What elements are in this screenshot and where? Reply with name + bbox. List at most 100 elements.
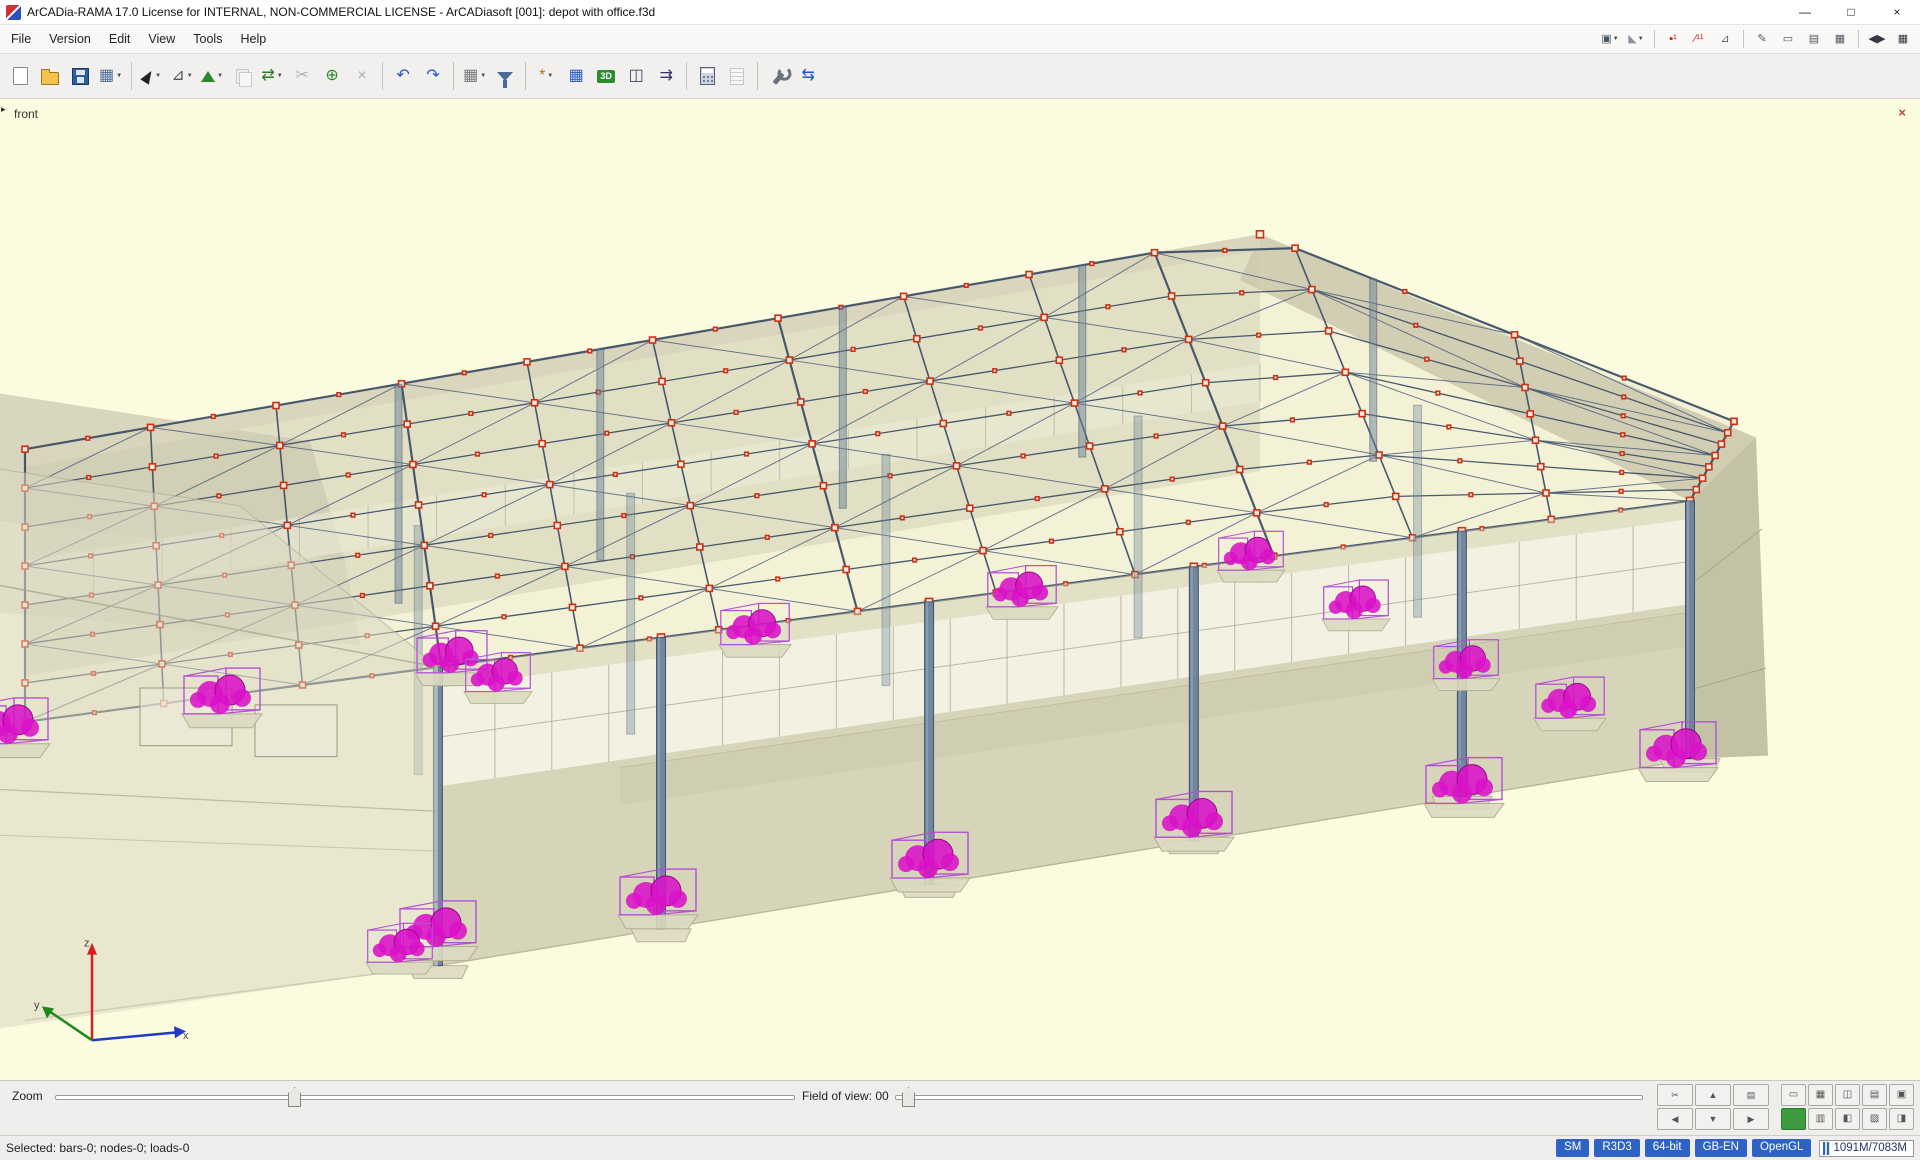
viewport-corner-icon[interactable]: × xyxy=(1898,106,1906,119)
structure-node[interactable] xyxy=(1700,475,1706,481)
menu-help[interactable]: Help xyxy=(231,27,275,51)
structure-node[interactable] xyxy=(1203,380,1209,386)
select-mode-button[interactable]: ▼ xyxy=(137,59,167,93)
structure-node[interactable] xyxy=(361,594,365,598)
new-file-button[interactable] xyxy=(5,59,35,93)
structure-node[interactable] xyxy=(1693,487,1699,493)
load-case-button[interactable]: ▪¹ xyxy=(1661,28,1685,50)
open-file-button[interactable] xyxy=(35,59,65,93)
redo-button[interactable]: ↷ xyxy=(418,59,448,93)
structure-node[interactable] xyxy=(1622,395,1626,399)
structure-node[interactable] xyxy=(148,424,154,430)
structure-node[interactable] xyxy=(1237,466,1243,472)
structure-node[interactable] xyxy=(539,441,545,447)
close-button[interactable]: × xyxy=(1874,0,1920,24)
structure-node[interactable] xyxy=(1154,434,1158,438)
move-button[interactable]: ⇄▼ xyxy=(257,59,287,93)
structure-node[interactable] xyxy=(639,596,643,600)
structure-node[interactable] xyxy=(927,378,933,384)
structure-node[interactable] xyxy=(1102,486,1108,492)
view-3d-button[interactable]: 3D xyxy=(591,59,621,93)
calculate-button[interactable] xyxy=(692,59,722,93)
structure-node[interactable] xyxy=(1026,272,1032,278)
structure-node[interactable] xyxy=(851,348,855,352)
structure-node[interactable] xyxy=(1152,250,1158,256)
structure-node[interactable] xyxy=(562,563,568,569)
titlebar[interactable]: ArCADia-RAMA 17.0 License for INTERNAL, … xyxy=(0,0,1920,25)
structure-node[interactable] xyxy=(1621,433,1625,437)
structure-node[interactable] xyxy=(1712,452,1718,458)
structure-node[interactable] xyxy=(775,315,781,321)
structure-node[interactable] xyxy=(1106,305,1110,309)
viewport-layout-7-button[interactable]: ◧ xyxy=(1835,1108,1860,1130)
viewport-edge-arrow-icon[interactable]: ▸ xyxy=(1,105,6,114)
structure-node[interactable] xyxy=(356,554,360,558)
structure-node[interactable] xyxy=(1436,391,1440,395)
structure-node[interactable] xyxy=(554,522,560,528)
viewport-layout-5-button[interactable]: ▣ xyxy=(1889,1084,1914,1106)
results-table-button[interactable]: ▦ xyxy=(561,59,591,93)
structure-node[interactable] xyxy=(214,454,218,458)
structure-node[interactable] xyxy=(22,446,28,452)
structure-node[interactable] xyxy=(337,393,341,397)
structure-node[interactable] xyxy=(1257,333,1261,337)
copy-button[interactable] xyxy=(227,59,257,93)
viewport-layout-4-button[interactable]: ▤ xyxy=(1862,1084,1887,1106)
structure-node[interactable] xyxy=(724,369,728,373)
pane-grid-button[interactable]: ▦ xyxy=(1891,28,1915,50)
structure-node[interactable] xyxy=(967,505,973,511)
viewports-button[interactable]: ◫ xyxy=(621,59,651,93)
structure-node[interactable] xyxy=(1619,489,1623,493)
structure-node[interactable] xyxy=(820,483,826,489)
structure-node[interactable] xyxy=(1292,245,1298,251)
structure-node[interactable] xyxy=(346,473,350,477)
structure-node[interactable] xyxy=(901,293,907,299)
structure-node[interactable] xyxy=(277,442,283,448)
structure-node[interactable] xyxy=(1326,328,1332,334)
structure-node[interactable] xyxy=(1021,454,1025,458)
structure-node[interactable] xyxy=(1122,348,1126,352)
zoom-slider[interactable] xyxy=(55,1085,795,1107)
structure-node[interactable] xyxy=(1056,357,1062,363)
section-display-button[interactable]: ⊿ xyxy=(1713,28,1737,50)
structure-node[interactable] xyxy=(864,390,868,394)
structure-node[interactable] xyxy=(569,604,575,610)
structure-node[interactable] xyxy=(913,558,917,562)
structure-node[interactable] xyxy=(713,327,717,331)
structure-node[interactable] xyxy=(1533,437,1539,443)
structure-node[interactable] xyxy=(410,462,416,468)
structure-node[interactable] xyxy=(1309,287,1315,293)
structure-node[interactable] xyxy=(1458,459,1462,463)
structure-node[interactable] xyxy=(1050,539,1054,543)
structure-node[interactable] xyxy=(1223,249,1227,253)
menu-file[interactable]: File xyxy=(2,27,40,51)
structure-node[interactable] xyxy=(1393,493,1399,499)
structure-node[interactable] xyxy=(1527,411,1533,417)
pan-right-button[interactable]: ▶ xyxy=(1733,1108,1769,1130)
structure-node[interactable] xyxy=(809,441,815,447)
structure-node[interactable] xyxy=(706,585,712,591)
structure-node[interactable] xyxy=(766,536,770,540)
structure-node[interactable] xyxy=(482,493,486,497)
menu-version[interactable]: Version xyxy=(40,27,100,51)
structure-node[interactable] xyxy=(980,548,986,554)
structure-node[interactable] xyxy=(678,461,684,467)
structure-node[interactable] xyxy=(524,359,530,365)
structure-node[interactable] xyxy=(900,516,904,520)
structure-node[interactable] xyxy=(284,522,290,528)
structure-node[interactable] xyxy=(1090,262,1094,266)
save-button[interactable] xyxy=(65,59,95,93)
structure-node[interactable] xyxy=(965,284,969,288)
display-list-button[interactable]: ▤ xyxy=(1802,28,1826,50)
viewport-layout-3-button[interactable]: ◫ xyxy=(1835,1084,1860,1106)
structure-node[interactable] xyxy=(843,567,849,573)
structure-node[interactable] xyxy=(1186,520,1190,524)
structure-node[interactable] xyxy=(1342,369,1348,375)
structure-node[interactable] xyxy=(489,534,493,538)
undo-button[interactable]: ↶ xyxy=(388,59,418,93)
structure-node[interactable] xyxy=(614,473,618,477)
structure-node[interactable] xyxy=(149,464,155,470)
structure-node[interactable] xyxy=(914,336,920,342)
structure-node[interactable] xyxy=(427,583,433,589)
zoom-slider-track[interactable] xyxy=(55,1095,795,1100)
